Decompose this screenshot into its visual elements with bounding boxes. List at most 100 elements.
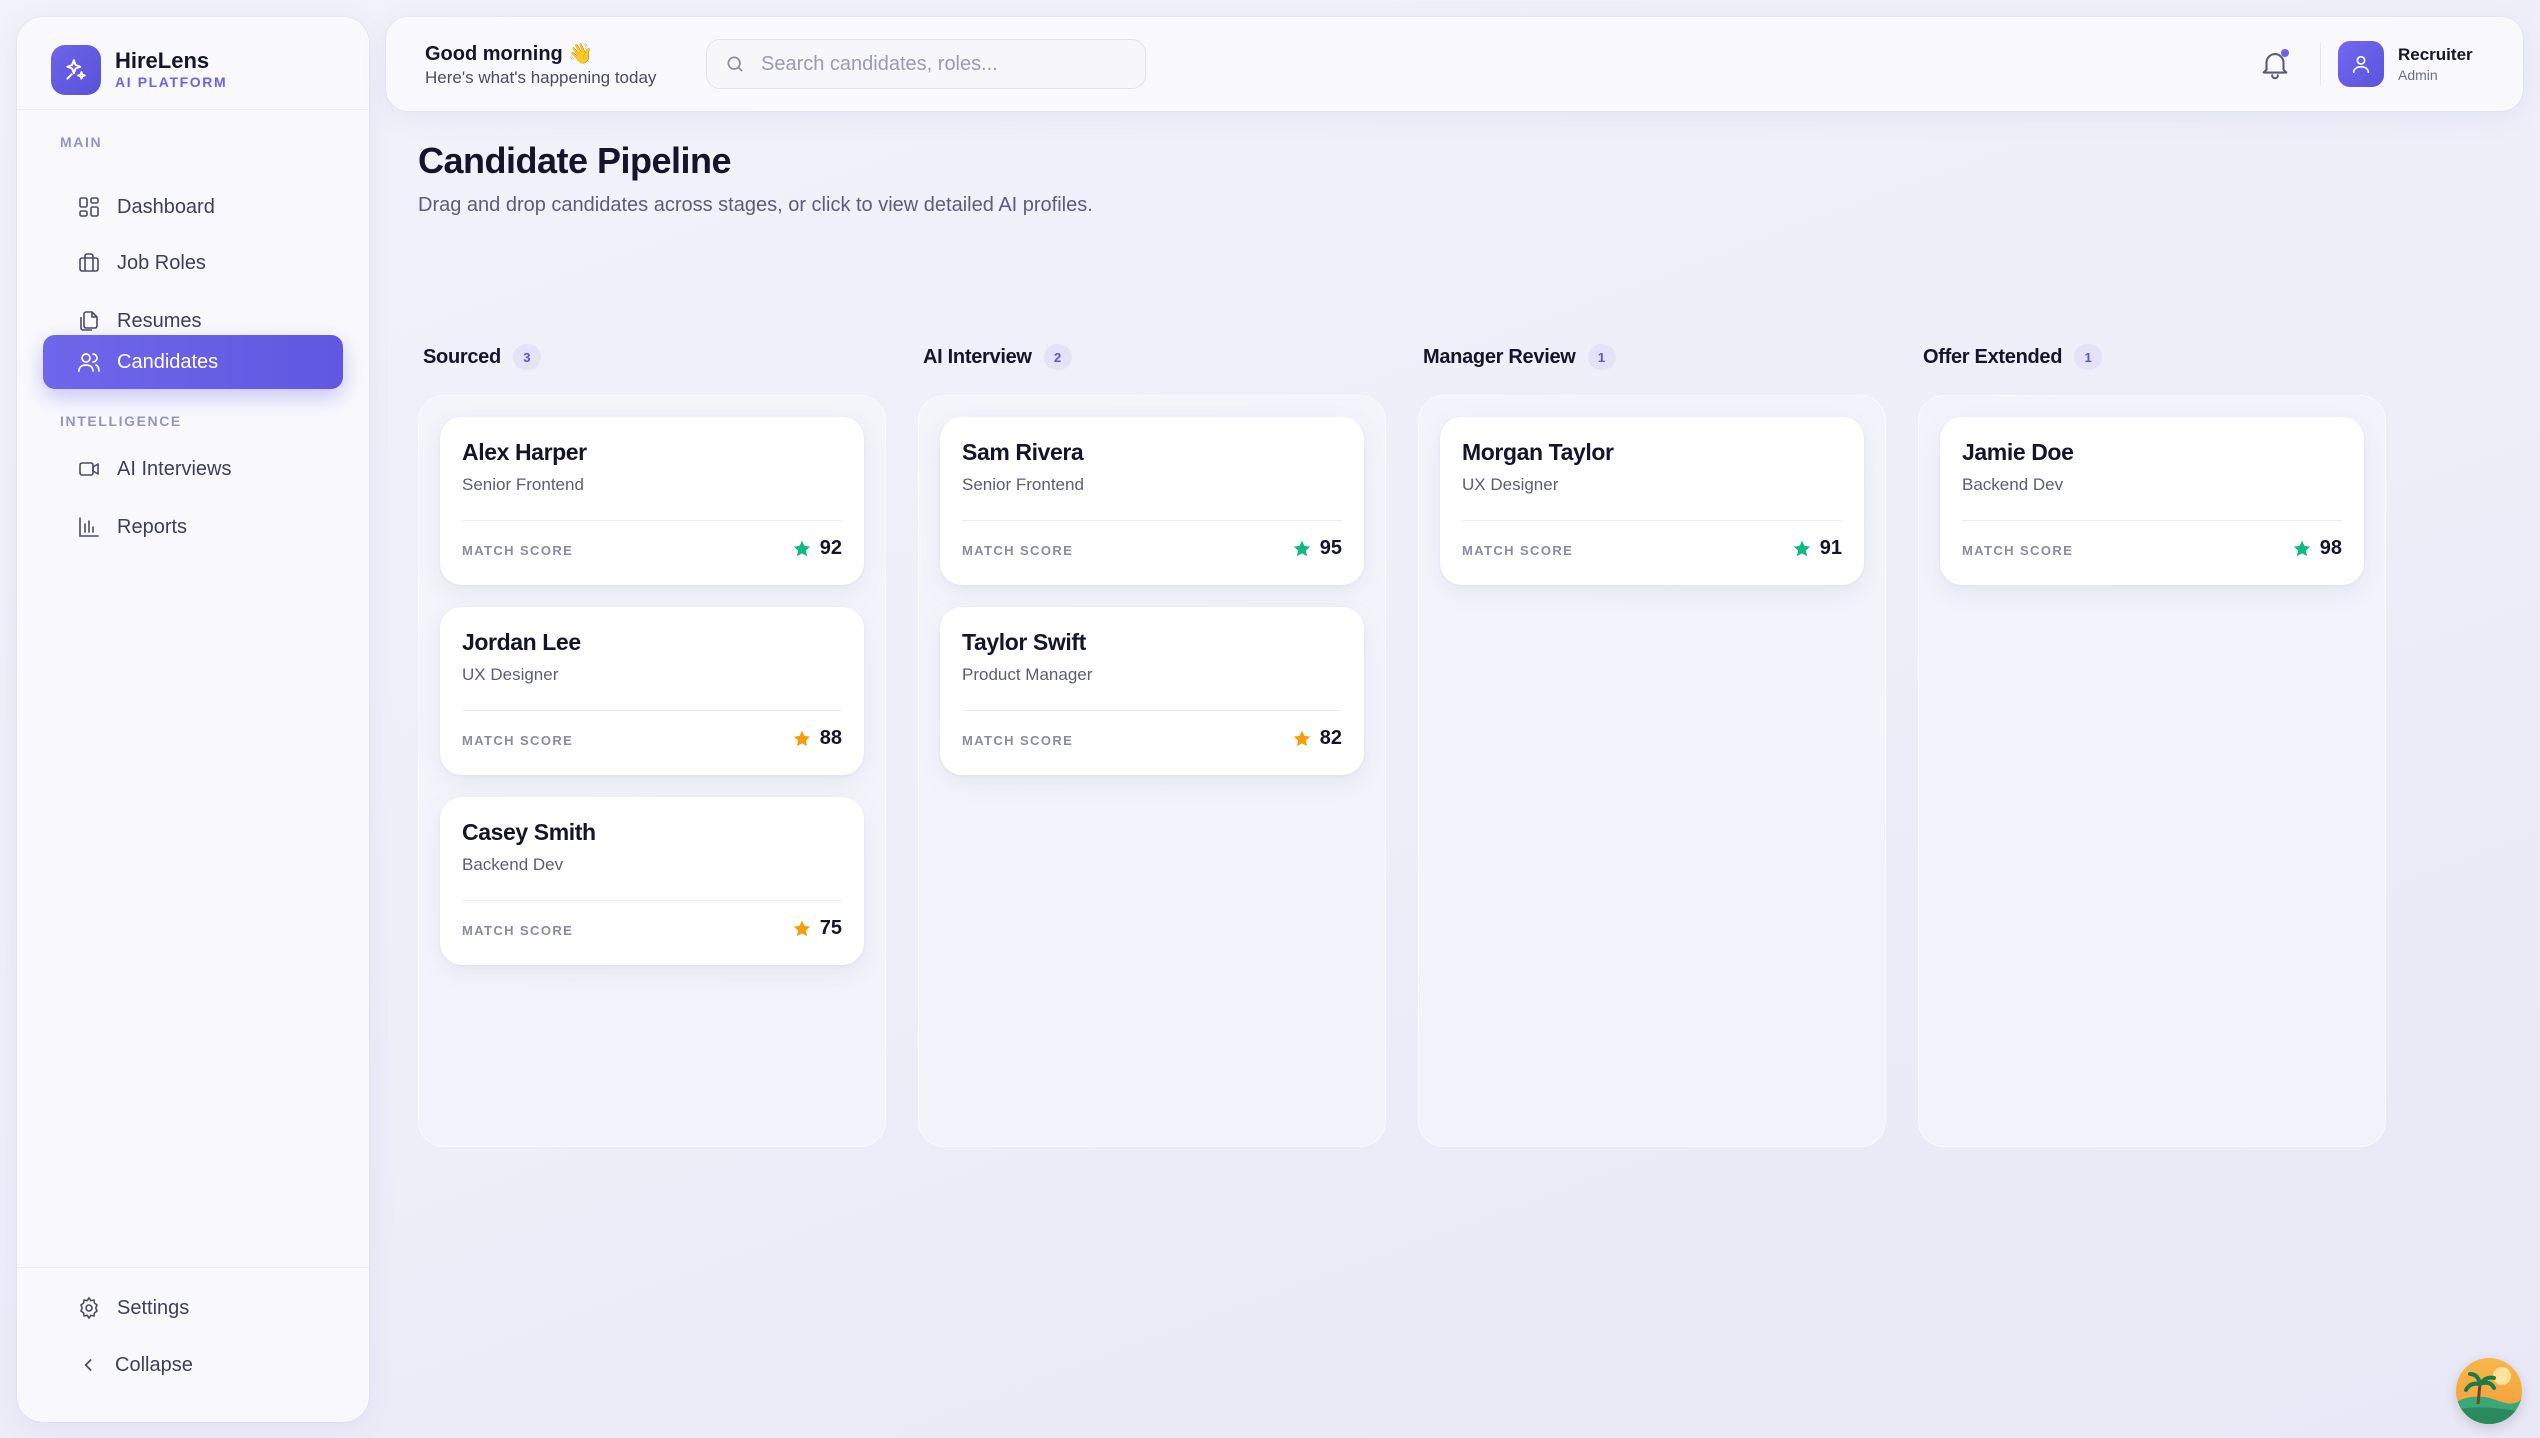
column-count-badge: 1 [2074, 344, 2103, 370]
column-title: Sourced [423, 345, 501, 368]
sidebar-divider [17, 1267, 369, 1268]
settings-button[interactable]: Settings [43, 1281, 343, 1335]
candidate-card[interactable]: Sam Rivera Senior Frontend MATCH SCORE 95 [940, 417, 1364, 585]
candidate-card[interactable]: Alex Harper Senior Frontend MATCH SCORE 92 [440, 417, 864, 585]
match-score: 88 [792, 727, 842, 750]
candidate-name: Sam Rivera [962, 439, 1084, 465]
candidate-name: Alex Harper [462, 439, 587, 465]
column-manager-review[interactable]: Morgan Taylor UX Designer MATCH SCORE 91 [1418, 395, 1886, 1147]
match-score-label: MATCH SCORE [1462, 543, 1574, 558]
sidebar-item-reports[interactable]: Reports [43, 500, 343, 554]
chevron-left-icon [84, 1359, 92, 1371]
candidate-card[interactable]: Casey Smith Backend Dev MATCH SCORE 75 [440, 797, 864, 965]
candidate-role: UX Designer [1462, 475, 1559, 494]
page-title: Candidate Pipeline [418, 140, 732, 181]
header-divider [2320, 43, 2321, 85]
sidebar-item-label: Resumes [117, 309, 202, 332]
match-score-value: 95 [1319, 537, 1342, 559]
column-count-badge: 2 [1043, 344, 1072, 370]
card-divider [1462, 520, 1842, 521]
column-sourced[interactable]: Alex Harper Senior Frontend MATCH SCORE 92 J… [418, 395, 886, 1147]
star-icon [793, 920, 810, 936]
notification-dot [2281, 49, 2289, 57]
match-score-label: MATCH SCORE [1962, 543, 2074, 558]
notifications-button[interactable] [2258, 47, 2292, 81]
greeting: Good morning 👋 Here's what's happening t… [425, 41, 656, 89]
candidate-role: Backend Dev [462, 855, 564, 874]
candidate-name: Jamie Doe [1962, 439, 2074, 465]
match-score: 82 [1292, 727, 1342, 750]
sidebar-item-candidates[interactable]: Candidates [43, 335, 343, 389]
floating-avatar[interactable] [2456, 1358, 2522, 1424]
column-ai-interview[interactable]: Sam Rivera Senior Frontend MATCH SCORE 95 Ta… [918, 395, 1386, 1147]
users-icon [78, 353, 100, 372]
match-score: 75 [792, 917, 842, 940]
match-score-value: 75 [819, 917, 842, 939]
sidebar-item-label: Candidates [117, 350, 219, 373]
sidebar-item-job-roles[interactable]: Job Roles [43, 236, 343, 290]
card-divider [1962, 520, 2342, 521]
card-divider [462, 900, 842, 901]
greeting-title: Good morning 👋 [425, 43, 594, 65]
candidate-card[interactable]: Jamie Doe Backend Dev MATCH SCORE 98 [1940, 417, 2364, 585]
candidate-card[interactable]: Morgan Taylor UX Designer MATCH SCORE 91 [1440, 417, 1864, 585]
user-role: Admin [2398, 67, 2438, 83]
sidebar: HireLens AI PLATFORM MAIN Dashboard Job … [17, 17, 369, 1422]
sidebar-divider [17, 109, 369, 110]
match-score-value: 88 [819, 727, 842, 749]
section-label-intelligence: INTELLIGENCE [60, 413, 182, 429]
card-divider [962, 520, 1342, 521]
star-icon [1293, 730, 1310, 746]
collapse-button[interactable]: Collapse [43, 1338, 343, 1392]
user-menu[interactable]: Recruiter Admin [2338, 41, 2473, 87]
grid-icon [79, 197, 99, 217]
column-header-ai-interview: AI Interview 2 [923, 344, 1072, 370]
sidebar-item-ai-interviews[interactable]: AI Interviews [43, 442, 343, 496]
match-score: 92 [792, 537, 842, 560]
match-score-label: MATCH SCORE [962, 733, 1074, 748]
candidate-role: Senior Frontend [462, 475, 584, 494]
column-header-manager-review: Manager Review 1 [1423, 344, 1616, 370]
user-name: Recruiter [2398, 45, 2473, 64]
page-subtitle: Drag and drop candidates across stages, … [418, 194, 1093, 216]
match-score-value: 98 [2319, 537, 2342, 559]
files-icon [80, 311, 98, 331]
brand[interactable]: HireLens AI PLATFORM [51, 45, 227, 95]
column-header-offer-extended: Offer Extended 1 [1923, 344, 2103, 370]
search-bar[interactable] [706, 39, 1146, 89]
card-divider [462, 520, 842, 521]
sidebar-item-label: AI Interviews [117, 457, 232, 480]
candidate-role: Backend Dev [1962, 475, 2064, 494]
match-score-label: MATCH SCORE [462, 923, 574, 938]
brand-name: HireLens [115, 48, 210, 73]
sidebar-item-label: Job Roles [117, 251, 206, 274]
user-icon [2352, 55, 2370, 74]
match-score-value: 92 [819, 537, 842, 559]
search-icon [727, 56, 743, 72]
sidebar-item-dashboard[interactable]: Dashboard [43, 180, 343, 234]
star-icon [793, 540, 810, 556]
candidate-role: UX Designer [462, 665, 559, 684]
column-offer-extended[interactable]: Jamie Doe Backend Dev MATCH SCORE 98 [1918, 395, 2386, 1147]
brand-subtitle: AI PLATFORM [115, 74, 228, 90]
match-score-label: MATCH SCORE [462, 543, 574, 558]
briefcase-icon [79, 253, 99, 272]
column-title: Offer Extended [1923, 345, 2063, 368]
candidate-name: Morgan Taylor [1462, 439, 1614, 465]
candidate-role: Senior Frontend [962, 475, 1084, 494]
candidate-role: Product Manager [962, 665, 1093, 684]
candidate-name: Jordan Lee [462, 629, 581, 655]
video-icon [79, 462, 99, 476]
match-score-label: MATCH SCORE [962, 543, 1074, 558]
column-header-sourced: Sourced 3 [423, 344, 541, 370]
star-icon [1793, 540, 1810, 556]
card-divider [962, 710, 1342, 711]
candidate-card[interactable]: Jordan Lee UX Designer MATCH SCORE 88 [440, 607, 864, 775]
column-title: Manager Review [1423, 345, 1576, 368]
greeting-subtitle: Here's what's happening today [425, 68, 657, 87]
match-score: 95 [1292, 537, 1342, 560]
search-input[interactable] [759, 51, 1123, 77]
match-score-value: 82 [1319, 727, 1342, 749]
column-count-badge: 1 [1587, 344, 1616, 370]
candidate-card[interactable]: Taylor Swift Product Manager MATCH SCORE 82 [940, 607, 1364, 775]
